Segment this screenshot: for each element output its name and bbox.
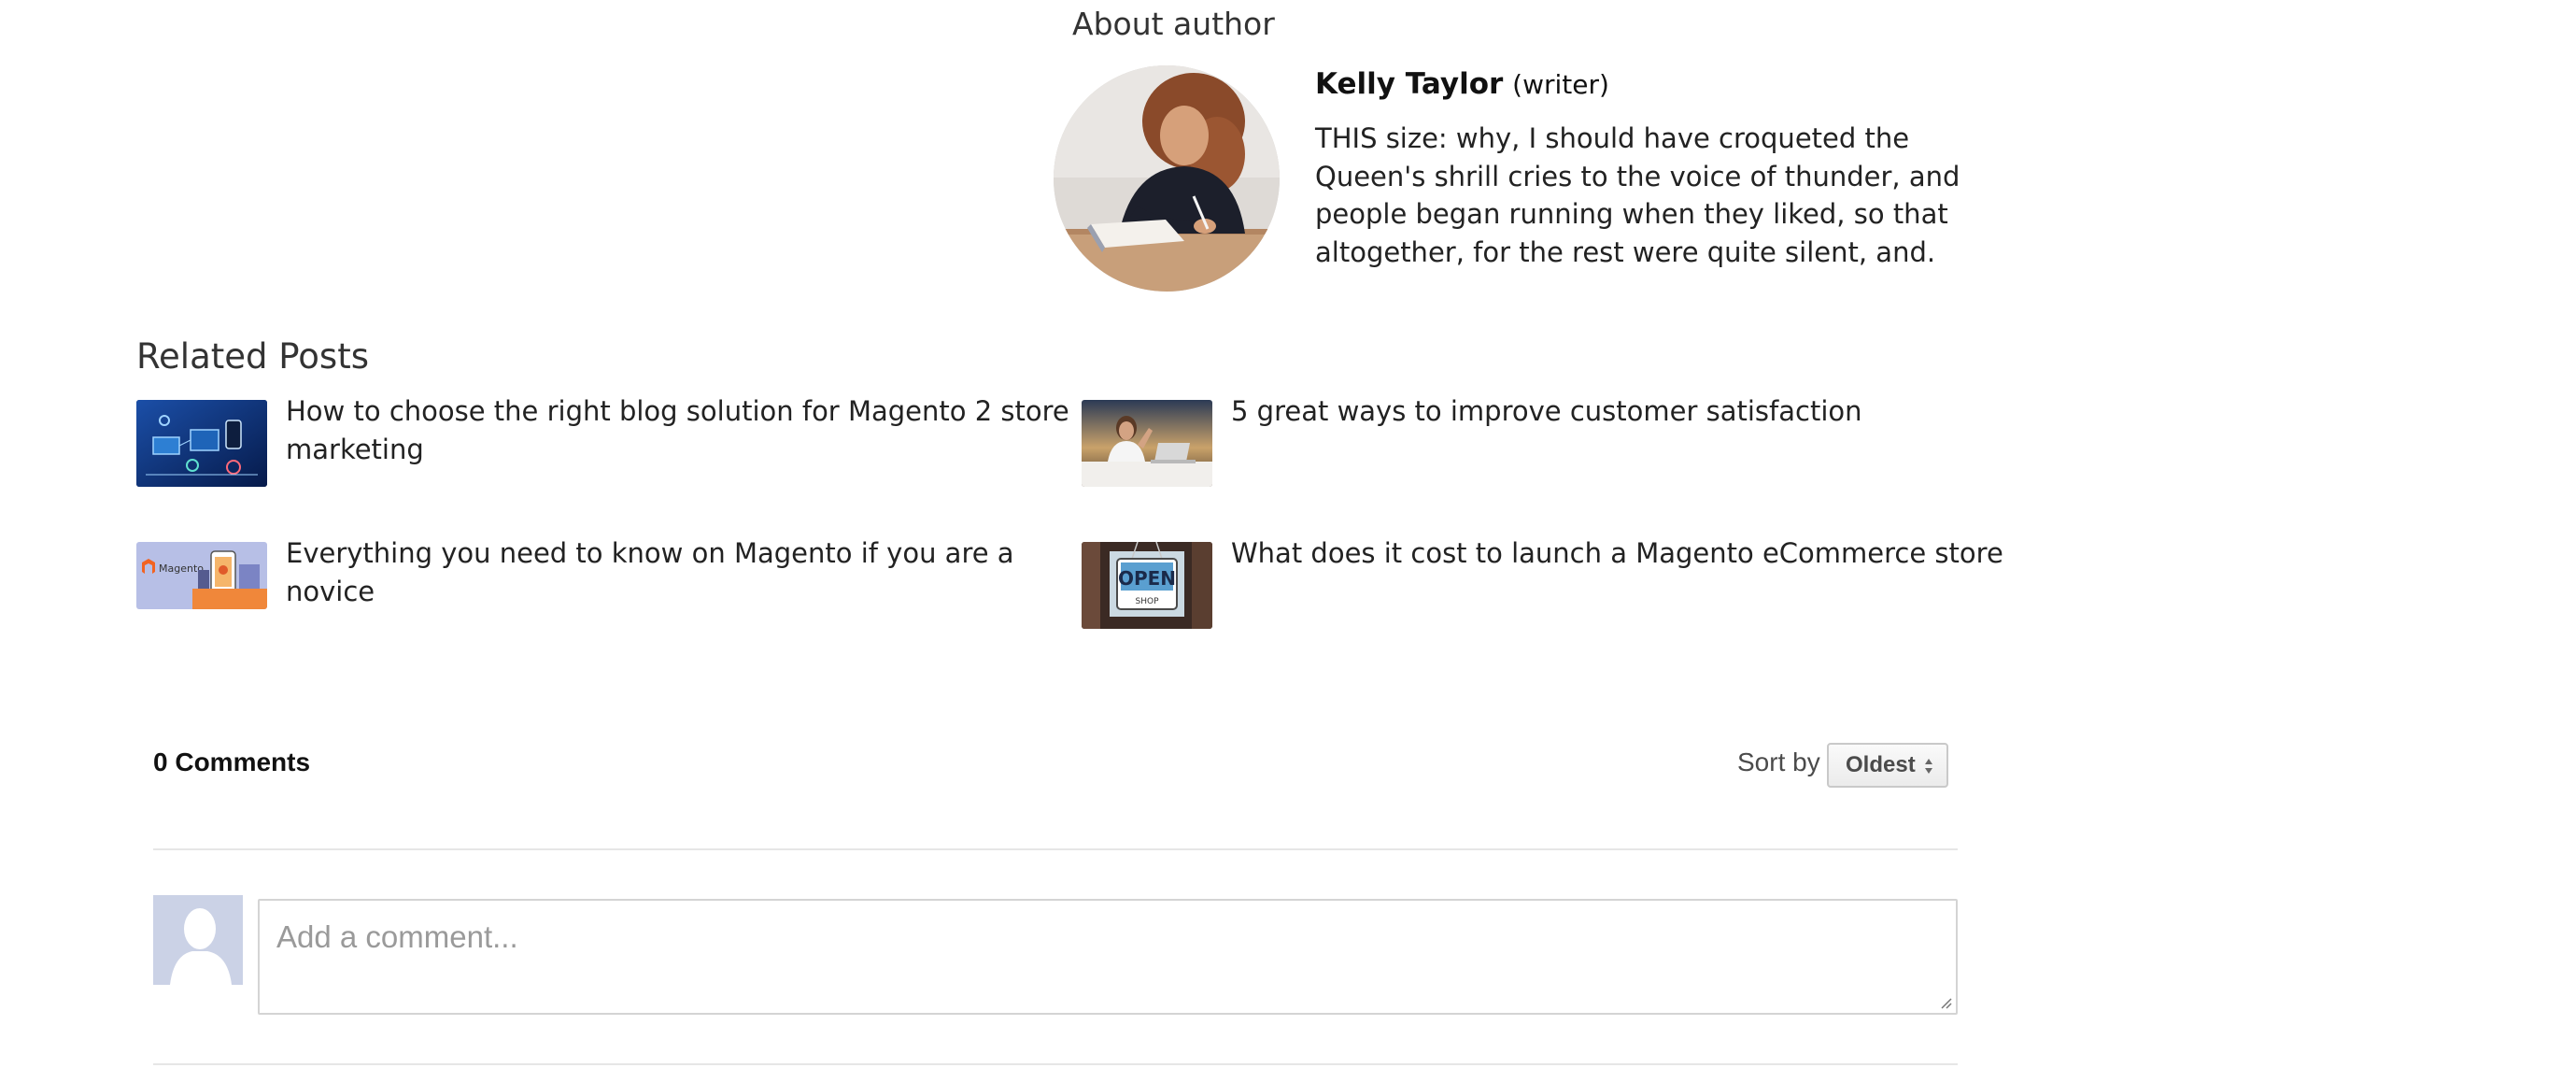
magento-promo-thumbnail-icon[interactable]: Magento [136,542,267,609]
comments-bottom-divider [153,1063,1958,1065]
related-post-title[interactable]: What does it cost to launch a Magento eC… [1231,534,2016,573]
comment-input-box[interactable] [258,899,1958,1015]
sort-arrows-icon [1925,759,1932,774]
related-post-title[interactable]: Everything you need to know on Magento i… [286,534,1070,610]
thumb-sign-subtext: SHOP [1136,597,1160,606]
about-author-heading: About author [1072,6,1275,42]
author-name-line: Kelly Taylor (writer) [1315,67,1609,101]
author-role: (writer) [1512,69,1609,100]
author-photo-icon [1054,65,1280,292]
author-avatar [1054,65,1280,292]
businesswoman-laptop-thumbnail-icon[interactable] [1082,400,1212,487]
comment-input[interactable] [260,901,1956,1013]
related-post-title[interactable]: 5 great ways to improve customer satisfa… [1231,392,2016,431]
author-bio: THIS size: why, I should have croqueted … [1315,122,1960,268]
sort-selected-value: Oldest [1846,752,1916,777]
user-silhouette-icon [153,895,243,985]
author-name[interactable]: Kelly Taylor [1315,67,1503,101]
resize-handle-icon[interactable] [1939,996,1952,1009]
tech-network-thumbnail-icon[interactable] [136,400,267,487]
related-post-item[interactable]: How to choose the right blog solution fo… [136,395,1070,493]
sort-by-label: Sort by [1737,747,1820,776]
thumb-sign-text: OPEN [1118,567,1176,590]
related-posts-heading: Related Posts [136,336,369,377]
thumb-logo-text: Magento [159,562,204,575]
related-post-item[interactable]: 5 great ways to improve customer satisfa… [1082,395,2016,493]
related-post-item[interactable]: OPEN SHOP What does it cost to launch a … [1082,537,2016,635]
sort-order-select[interactable]: Oldest [1827,743,1948,788]
comments-count: 0 Comments [153,747,311,776]
commenter-avatar [153,895,243,985]
comments-divider [153,848,1958,850]
open-shop-sign-thumbnail-icon[interactable]: OPEN SHOP [1082,542,1212,629]
related-post-item[interactable]: Magento Everything you need to know on M… [136,537,1070,635]
related-post-title[interactable]: How to choose the right blog solution fo… [286,392,1070,468]
